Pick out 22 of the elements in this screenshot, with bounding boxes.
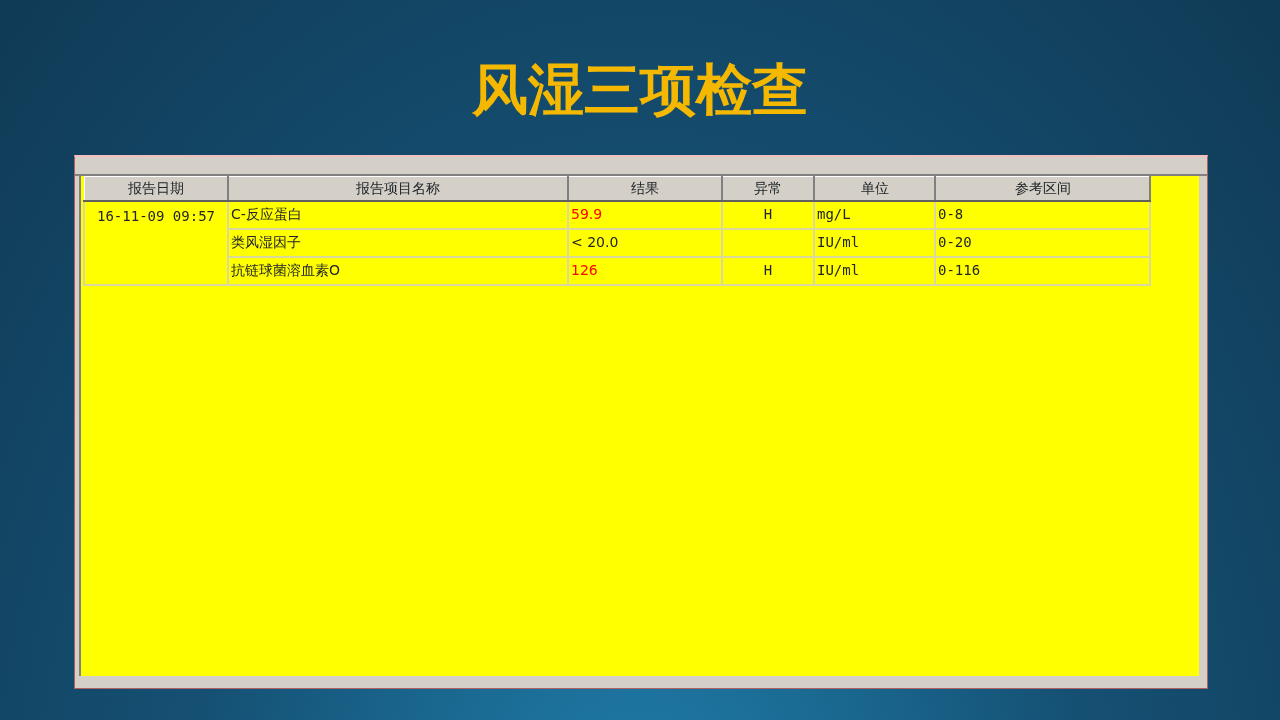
column-header[interactable]: 结果 (568, 176, 722, 201)
range-cell: 0-116 (938, 262, 981, 278)
flag-cell: H (763, 262, 773, 278)
result-cell: 126 (571, 262, 598, 278)
unit-cell: IU/ml (817, 234, 860, 250)
unit-cell: IU/ml (817, 262, 860, 278)
slide-title: 风湿三项检查 (472, 56, 808, 124)
item-name-cell: 类风湿因子 (231, 234, 301, 250)
item-name-cell: C-反应蛋白 (231, 206, 302, 222)
column-header[interactable]: 参考区间 (935, 176, 1150, 201)
column-header[interactable]: 异常 (722, 176, 814, 201)
result-cell: 59.9 (571, 206, 603, 222)
item-name-cell: 抗链球菌溶血素O (231, 262, 341, 278)
range-cell: 0-20 (938, 234, 972, 250)
column-header[interactable]: 报告项目名称 (228, 176, 568, 201)
flag-cell: H (763, 206, 773, 222)
result-cell: < 20.0 (571, 234, 619, 250)
date-cell: 16-11-09 09:57 (97, 207, 215, 224)
unit-cell: mg/L (817, 206, 851, 222)
column-header[interactable]: 单位 (814, 176, 935, 201)
range-cell: 0-8 (938, 206, 964, 222)
column-header[interactable]: 报告日期 (84, 176, 228, 201)
